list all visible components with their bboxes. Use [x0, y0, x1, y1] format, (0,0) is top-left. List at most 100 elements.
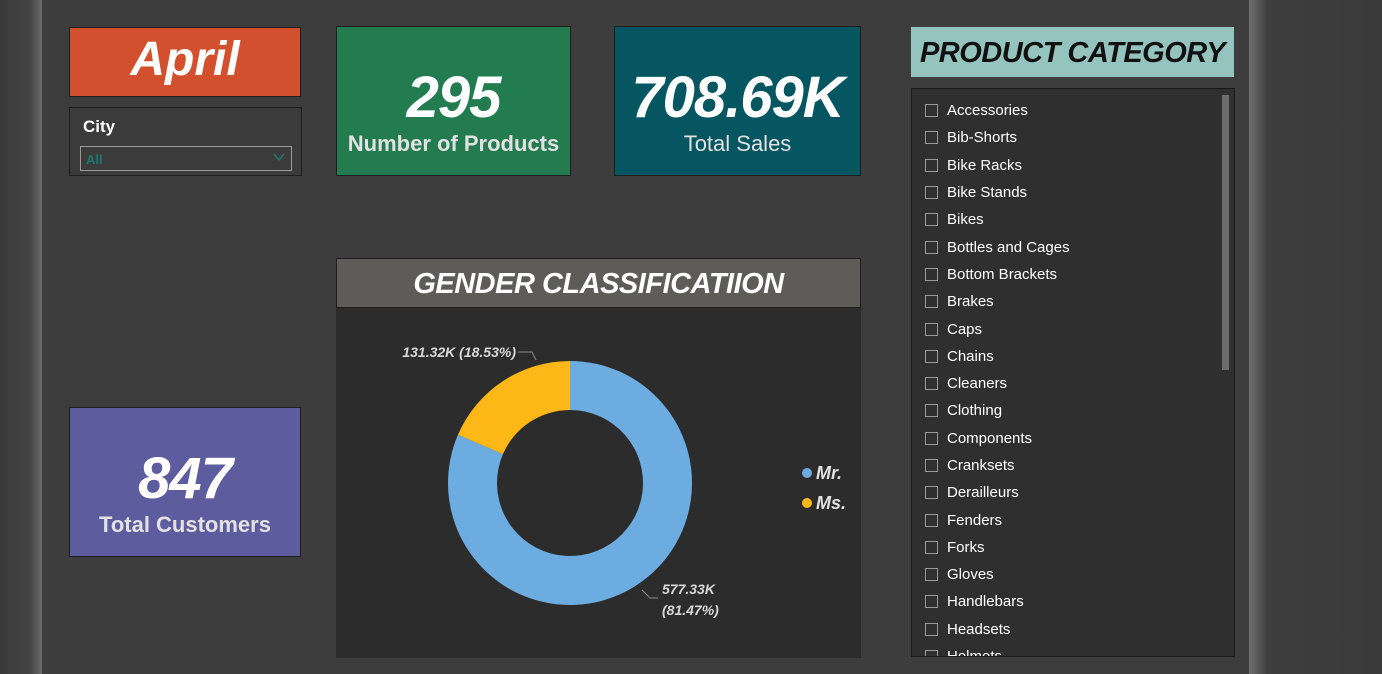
gender-legend: Mr. Ms. — [802, 458, 846, 518]
category-checkbox[interactable] — [925, 486, 938, 500]
category-checkbox[interactable] — [925, 213, 938, 227]
legend-label-ms: Ms. — [816, 492, 847, 513]
category-checkbox[interactable] — [925, 622, 938, 636]
category-item[interactable]: Helmets — [925, 643, 1215, 657]
category-item[interactable]: Bottom Brackets — [925, 261, 1215, 288]
category-checkbox[interactable] — [925, 377, 938, 391]
month-card: April — [69, 27, 301, 97]
category-label: Cleaners — [947, 375, 1008, 393]
total-sales-value: 708.69K — [631, 65, 844, 130]
legend-dot-mr — [802, 468, 812, 478]
category-label: Bottom Brackets — [947, 265, 1058, 283]
category-label: Cranksets — [947, 457, 1015, 474]
city-slicer[interactable]: City All — [69, 107, 302, 176]
category-label: Bike Racks — [947, 156, 1023, 174]
gender-donut-chart: 131.32K (18.53%) 577.33K (81.47%) — [402, 344, 719, 618]
chevron-down-icon[interactable] — [272, 150, 286, 169]
gender-chart-panel: 131.32K (18.53%) 577.33K (81.47%) Mr. Ms. — [336, 308, 861, 658]
category-label: Components — [947, 429, 1033, 447]
data-label: (81.47%) — [662, 602, 719, 618]
category-item[interactable]: Cranksets — [925, 452, 1215, 479]
total-customers-value: 847 — [138, 446, 233, 511]
category-checkbox[interactable] — [925, 595, 938, 609]
category-label: Clothing — [947, 402, 1003, 420]
category-item[interactable]: Forks — [925, 534, 1215, 561]
products-kpi-card: 295 Number of Products — [336, 26, 571, 176]
category-label: Caps — [947, 320, 983, 338]
legend-label-mr: Mr. — [816, 462, 843, 483]
data-label: 131.32K (18.53%) — [402, 344, 516, 360]
category-checkbox[interactable] — [925, 322, 938, 336]
category-item[interactable]: Bottles and Cages — [925, 233, 1215, 260]
category-item[interactable]: Fenders — [925, 506, 1215, 533]
category-label: Bottles and Cages — [947, 238, 1070, 256]
category-item[interactable]: Clothing — [925, 397, 1215, 424]
category-label: Fenders — [947, 511, 1003, 529]
category-item[interactable]: Accessories — [925, 97, 1215, 124]
total-sales-label: Total Sales — [683, 131, 792, 156]
category-checkbox[interactable] — [925, 131, 938, 145]
category-checkbox[interactable] — [925, 349, 938, 363]
category-checkbox[interactable] — [925, 540, 938, 554]
category-label: Brakes — [947, 293, 994, 311]
category-checkbox[interactable] — [925, 240, 938, 254]
category-checkbox[interactable] — [925, 568, 938, 582]
category-checkbox[interactable] — [925, 267, 938, 281]
customers-kpi-card: 847 Total Customers — [69, 407, 301, 557]
data-label: 577.33K — [662, 581, 716, 597]
product-category-list: Accessories Bib-Shorts Bike Racks Bike Stan… — [925, 97, 1215, 657]
category-item[interactable]: Components — [925, 425, 1215, 452]
category-item[interactable]: Caps — [925, 315, 1215, 342]
donut-slice-ms[interactable] — [457, 361, 570, 455]
category-item[interactable]: Gloves — [925, 561, 1215, 588]
category-checkbox[interactable] — [925, 431, 938, 445]
legend-item-mr[interactable]: Mr. — [802, 458, 846, 488]
category-item[interactable]: Derailleurs — [925, 479, 1215, 506]
products-count: 295 — [406, 65, 502, 130]
city-dropdown[interactable]: All — [80, 146, 292, 171]
right-frame — [1249, 0, 1382, 674]
data-label-leader — [518, 351, 537, 361]
category-checkbox[interactable] — [925, 404, 938, 418]
category-checkbox[interactable] — [925, 158, 938, 172]
category-label: Bike Stands — [947, 184, 1028, 202]
sales-kpi-card: 708.69K Total Sales — [614, 26, 861, 176]
city-dropdown-value: All — [86, 152, 103, 167]
left-frame — [0, 0, 42, 674]
category-item[interactable]: Bib-Shorts — [925, 124, 1215, 151]
category-label: Gloves — [947, 566, 994, 584]
category-checkbox[interactable] — [925, 513, 938, 527]
category-item[interactable]: Bikes — [925, 206, 1215, 233]
category-label: Bikes — [947, 211, 984, 229]
gender-chart-title: GENDER CLASSIFICATIION — [336, 258, 861, 308]
category-scrollbar[interactable] — [1222, 95, 1229, 370]
category-label: Accessories — [947, 102, 1028, 120]
product-category-title: PRODUCT CATEGORY — [911, 27, 1234, 77]
category-item[interactable]: Handlebars — [925, 588, 1215, 615]
product-category-slicer: Accessories Bib-Shorts Bike Racks Bike Stan… — [911, 88, 1235, 657]
total-customers-label: Total Customers — [99, 512, 271, 537]
category-checkbox[interactable] — [925, 186, 938, 200]
category-label: Forks — [947, 538, 985, 556]
category-checkbox[interactable] — [925, 295, 938, 309]
category-label: Derailleurs — [947, 484, 1019, 502]
data-label-leader — [641, 589, 658, 599]
city-slicer-title: City — [83, 117, 116, 136]
category-label: Chains — [947, 347, 994, 365]
category-label: Handlebars — [947, 593, 1024, 611]
month-label: April — [130, 33, 240, 86]
category-item[interactable]: Chains — [925, 343, 1215, 370]
legend-item-ms[interactable]: Ms. — [802, 488, 846, 518]
legend-dot-ms — [802, 498, 812, 508]
category-label: Bib-Shorts — [947, 129, 1018, 147]
category-item[interactable]: Brakes — [925, 288, 1215, 315]
category-checkbox[interactable] — [925, 104, 938, 118]
category-item[interactable]: Bike Racks — [925, 152, 1215, 179]
category-checkbox[interactable] — [925, 650, 938, 656]
category-item[interactable]: Headsets — [925, 616, 1215, 643]
category-item[interactable]: Cleaners — [925, 370, 1215, 397]
category-label: Helmets — [947, 648, 1003, 657]
category-label: Headsets — [947, 620, 1011, 638]
category-item[interactable]: Bike Stands — [925, 179, 1215, 206]
category-checkbox[interactable] — [925, 459, 938, 472]
